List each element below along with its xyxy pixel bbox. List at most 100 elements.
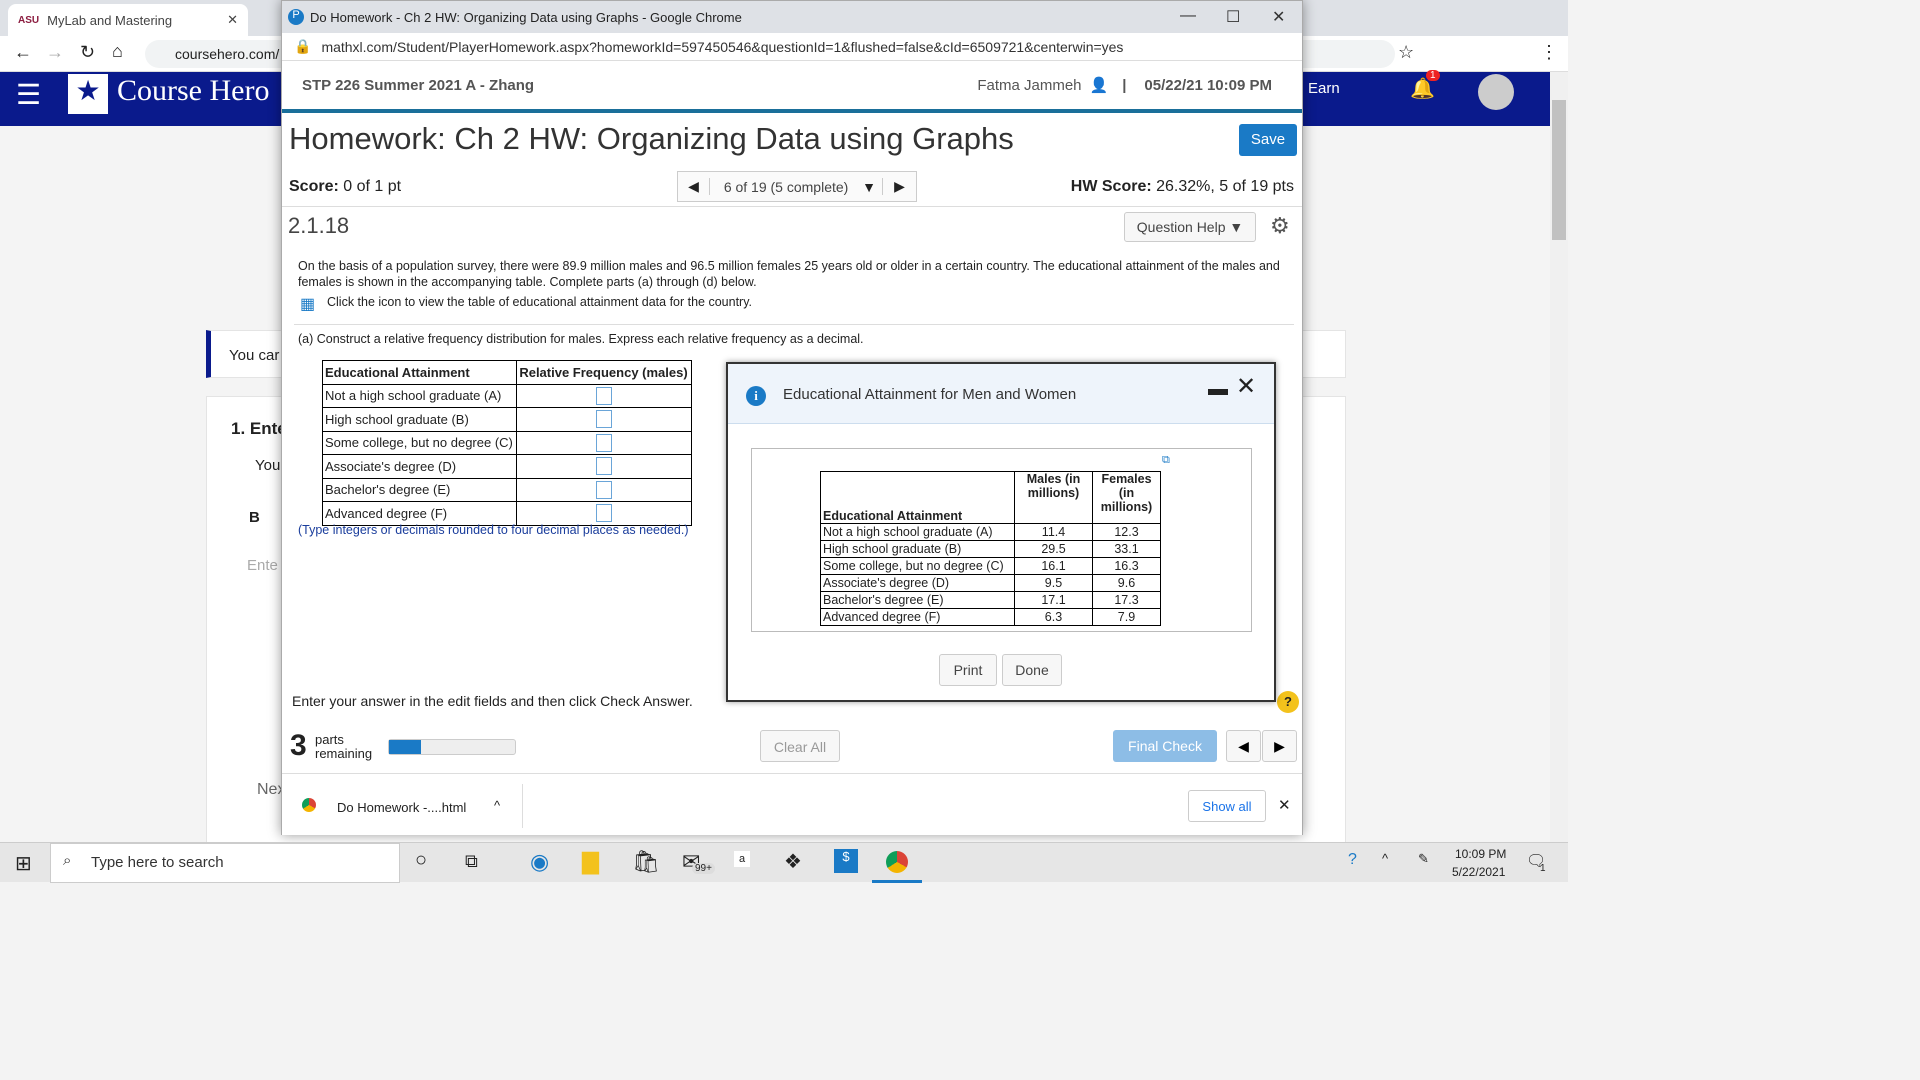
- data-row: High school graduate (B) 29.5 33.1: [820, 540, 1161, 558]
- answer-row: High school graduate (B): [321, 407, 692, 432]
- cortana-icon[interactable]: ○: [415, 849, 427, 872]
- tab-label: MyLab and Mastering: [47, 12, 173, 28]
- answer-editor[interactable]: Ente: [247, 557, 278, 574]
- tab-mylab[interactable]: ASU MyLab and Mastering ✕: [8, 4, 248, 36]
- category-label: Some college, but no degree (C): [321, 430, 518, 455]
- answer-row: Associate's degree (D): [321, 454, 692, 479]
- clock-date[interactable]: 5/22/2021: [1452, 865, 1505, 879]
- edge-icon[interactable]: ◉: [530, 849, 549, 875]
- back-icon[interactable]: ←: [14, 42, 32, 63]
- final-check-button[interactable]: Final Check: [1113, 730, 1217, 762]
- part-a-text: (a) Construct a relative frequency distr…: [298, 332, 864, 346]
- home-icon[interactable]: ⌂: [112, 41, 123, 62]
- category: High school graduate (B): [820, 540, 1015, 558]
- taskbar-search[interactable]: ⌕ Type here to search: [50, 843, 400, 883]
- popup-address-bar[interactable]: 🔒 mathxl.com/Student/PlayerHomework.aspx?…: [282, 33, 1302, 61]
- category: Associate's degree (D): [820, 574, 1015, 592]
- educational-attainment-dialog: i Educational Attainment for Men and Wom…: [726, 362, 1276, 702]
- windows-start-icon[interactable]: ⊞: [15, 851, 32, 876]
- forward-icon[interactable]: →: [46, 42, 64, 63]
- minimize-dialog-icon[interactable]: ▬: [1208, 378, 1228, 401]
- download-item[interactable]: Do Homework -....html: [337, 800, 466, 815]
- app-icon[interactable]: $: [834, 849, 858, 873]
- prev-question-icon[interactable]: ◀: [678, 178, 710, 195]
- reload-icon[interactable]: ↻: [80, 42, 95, 63]
- store-icon[interactable]: 🛍: [632, 849, 660, 875]
- scrollbar[interactable]: [1550, 72, 1568, 842]
- maximize-icon[interactable]: ☐: [1226, 7, 1240, 27]
- amazon-icon[interactable]: a: [734, 851, 751, 867]
- chevron-up-icon[interactable]: ^: [494, 798, 500, 813]
- question-selector[interactable]: 6 of 19 (5 complete): [710, 179, 862, 195]
- minimize-icon[interactable]: —: [1180, 7, 1196, 25]
- males-value: 16.1: [1014, 557, 1093, 575]
- data-row: Advanced degree (F) 6.3 7.9: [820, 608, 1161, 626]
- save-button[interactable]: Save: [1239, 124, 1297, 156]
- download-bar: Do Homework -....html ^ Show all ✕: [282, 773, 1302, 835]
- data-row: Bachelor's degree (E) 17.1 17.3: [820, 591, 1161, 609]
- chrome-icon[interactable]: [886, 851, 908, 873]
- dropbox-icon[interactable]: ❖: [784, 849, 802, 874]
- notification-badge: 1: [1426, 70, 1440, 81]
- tray-chevron-icon[interactable]: ^: [1382, 851, 1388, 866]
- category-label: Advanced degree (F): [321, 501, 518, 526]
- lock-icon: 🔒: [294, 38, 312, 54]
- icon-hint: Click the icon to view the table of educ…: [327, 295, 753, 309]
- done-button[interactable]: Done: [1002, 654, 1062, 686]
- females-value: 7.9: [1092, 608, 1161, 626]
- dropdown-icon[interactable]: ▼: [862, 179, 876, 195]
- relative-frequency-input[interactable]: [596, 410, 613, 429]
- bold-button[interactable]: B: [249, 509, 260, 526]
- star-icon[interactable]: ☆: [1398, 42, 1414, 63]
- clock-time[interactable]: 10:09 PM: [1455, 847, 1506, 861]
- help-tray-icon[interactable]: ?: [1348, 851, 1357, 869]
- chrome-file-icon: [302, 798, 316, 812]
- question-help-button[interactable]: Question Help ▼: [1124, 212, 1256, 242]
- print-button[interactable]: Print: [939, 654, 997, 686]
- relative-frequency-input[interactable]: [596, 504, 613, 523]
- females-value: 17.3: [1092, 591, 1161, 609]
- action-center-badge: 1: [1540, 863, 1546, 874]
- close-window-icon[interactable]: ✕: [1272, 7, 1285, 27]
- coursehero-logo[interactable]: Course Hero: [117, 74, 269, 108]
- user-name: Fatma Jammeh: [977, 76, 1082, 94]
- earn-menu[interactable]: Earn: [1308, 80, 1340, 97]
- males-value: 29.5: [1014, 540, 1093, 558]
- page-title: Homework: Ch 2 HW: Organizing Data using…: [289, 121, 1014, 156]
- popout-icon[interactable]: ⧉: [1162, 454, 1170, 467]
- data-row: Associate's degree (D) 9.5 9.6: [820, 574, 1161, 592]
- task-view-icon[interactable]: ⧉: [465, 851, 478, 872]
- prev-part-button[interactable]: ◀: [1226, 730, 1261, 762]
- gear-icon[interactable]: ⚙: [1270, 213, 1290, 239]
- data-row: Not a high school graduate (A) 11.4 12.3: [820, 523, 1161, 541]
- pen-icon[interactable]: ✎: [1418, 851, 1429, 867]
- relative-frequency-input[interactable]: [596, 433, 613, 452]
- answer-row: Not a high school graduate (A): [321, 383, 692, 408]
- show-all-button[interactable]: Show all: [1188, 790, 1266, 822]
- course-header: STP 226 Summer 2021 A - Zhang Fatma Jamm…: [282, 61, 1302, 113]
- clear-all-button[interactable]: Clear All: [760, 730, 840, 762]
- menu-icon[interactable]: ⋮: [1540, 42, 1558, 63]
- mail-badge: 99+: [692, 863, 715, 874]
- help-icon[interactable]: ?: [1277, 691, 1299, 713]
- data-row: Some college, but no degree (C) 16.1 16.3: [820, 557, 1161, 575]
- table-icon[interactable]: ▦: [300, 294, 315, 314]
- taskbar: ⊞ ⌕ Type here to search ○ ⧉ ◉ ▇ 🛍 ✉ 99+ a…: [0, 842, 1568, 883]
- search-icon: ⌕: [63, 852, 72, 869]
- next-part-button[interactable]: ▶: [1262, 730, 1297, 762]
- score: Score: 0 of 1 pt: [289, 178, 402, 195]
- datetime: 05/22/21 10:09 PM: [1144, 76, 1272, 94]
- relative-frequency-input[interactable]: [596, 480, 613, 499]
- close-download-bar-icon[interactable]: ✕: [1278, 796, 1291, 814]
- answer-row: Some college, but no degree (C): [321, 430, 692, 455]
- hamburger-icon[interactable]: ☰: [16, 78, 41, 111]
- close-dialog-icon[interactable]: ✕: [1236, 372, 1256, 401]
- next-question-icon[interactable]: ▶: [882, 178, 916, 195]
- relative-frequency-input[interactable]: [596, 386, 613, 405]
- relative-frequency-input[interactable]: [596, 457, 613, 476]
- file-explorer-icon[interactable]: ▇: [582, 849, 599, 875]
- avatar[interactable]: [1478, 74, 1514, 110]
- hw-score: HW Score: 26.32%, 5 of 19 pts: [1070, 178, 1294, 195]
- remaining-label: remaining: [315, 746, 373, 761]
- close-tab-icon[interactable]: ✕: [227, 12, 238, 28]
